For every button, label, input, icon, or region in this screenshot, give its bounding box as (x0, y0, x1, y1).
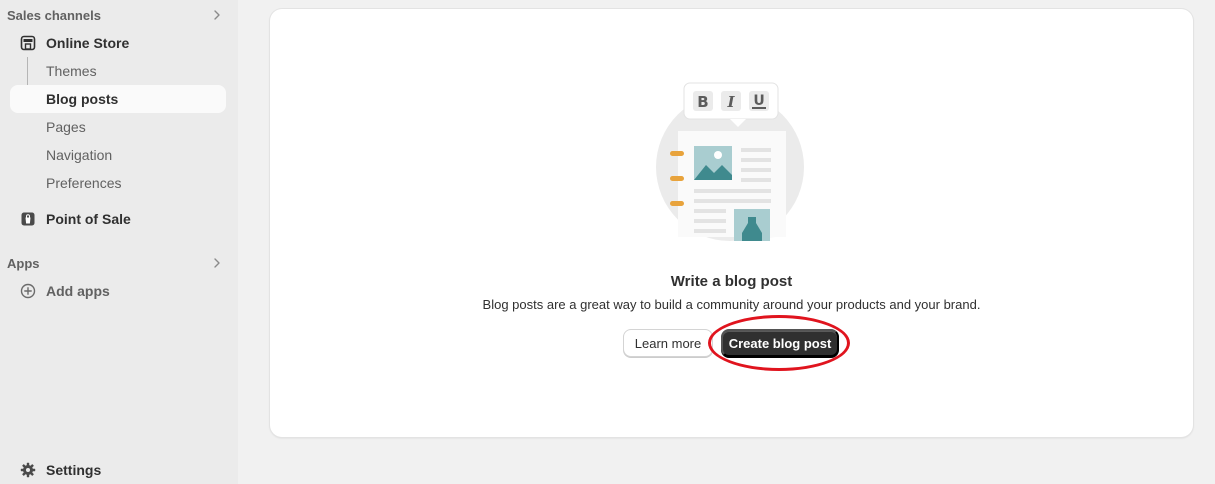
empty-state-title: Write a blog post (670, 273, 793, 290)
plus-circle-icon (19, 282, 37, 300)
sidebar-item-blog-posts[interactable]: Blog posts (10, 85, 226, 113)
empty-state-card: B I U Write a blog post Blog posts are a… (270, 9, 1193, 437)
sidebar-item-label: Settings (46, 462, 102, 478)
learn-more-button[interactable]: Learn more (623, 329, 713, 357)
blog-post-illustration: B I U (656, 82, 804, 241)
create-blog-post-button[interactable]: Create blog post (721, 329, 839, 357)
sidebar-item-online-store[interactable]: Online Store (10, 29, 226, 57)
sidebar: Sales channels Online Store Themes Blog … (0, 0, 238, 484)
chevron-right-icon (214, 258, 220, 268)
gear-icon (19, 461, 37, 479)
sidebar-item-label: Online Store (46, 35, 130, 51)
empty-state-description: Blog posts are a great way to build a co… (482, 297, 981, 312)
svg-text:I: I (726, 93, 735, 111)
store-icon (19, 34, 37, 52)
svg-text:B: B (697, 93, 708, 111)
sidebar-item-point-of-sale[interactable]: Point of Sale (10, 205, 226, 233)
sidebar-item-pages[interactable]: Pages (10, 113, 226, 141)
sidebar-item-navigation[interactable]: Navigation (10, 141, 226, 169)
sidebar-item-label: Pages (46, 119, 86, 135)
sales-channels-label: Sales channels (7, 7, 101, 23)
sidebar-item-themes[interactable]: Themes (10, 57, 226, 85)
apps-header[interactable]: Apps (7, 253, 225, 273)
svg-text:U: U (753, 93, 764, 109)
sidebar-item-label: Point of Sale (46, 211, 131, 227)
sidebar-item-label: Preferences (46, 175, 122, 191)
sidebar-item-settings[interactable]: Settings (10, 456, 226, 484)
sidebar-item-label: Themes (46, 63, 97, 79)
pos-icon (19, 210, 37, 228)
chevron-right-icon (214, 10, 220, 20)
sales-channels-header[interactable]: Sales channels (7, 5, 225, 25)
sidebar-item-add-apps[interactable]: Add apps (10, 277, 226, 305)
sidebar-item-preferences[interactable]: Preferences (10, 169, 226, 197)
apps-label: Apps (7, 255, 40, 271)
sidebar-item-label: Blog posts (46, 91, 119, 107)
sidebar-item-label: Add apps (46, 283, 110, 299)
sidebar-item-label: Navigation (46, 147, 113, 163)
